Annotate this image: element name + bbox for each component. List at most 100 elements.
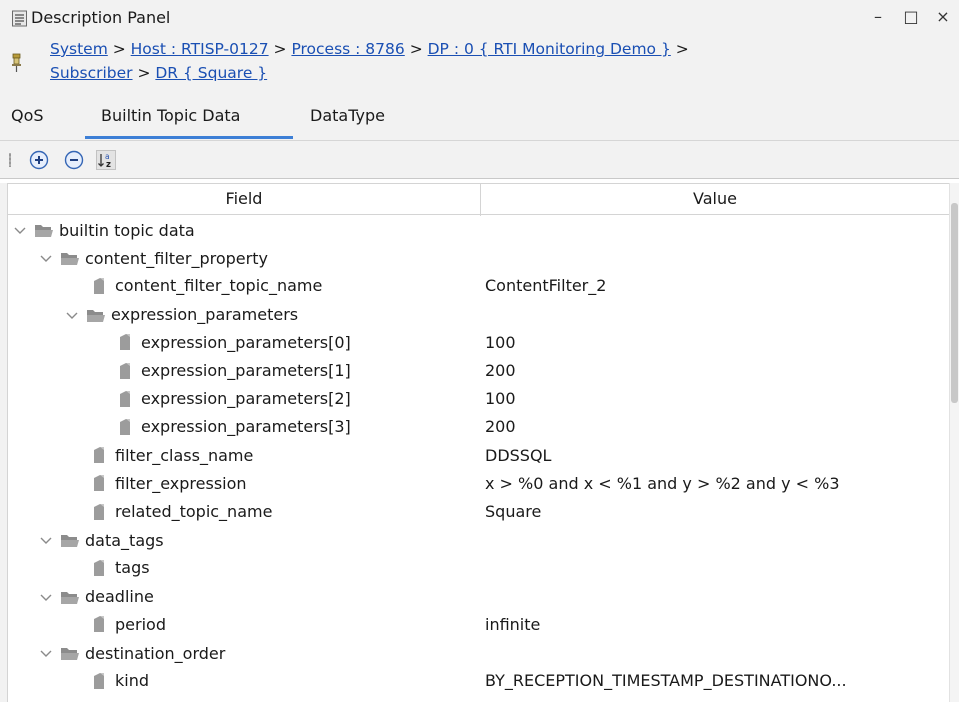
table-row[interactable]: destination_order (8, 640, 949, 668)
breadcrumb-separator: > (107, 40, 131, 58)
value-cell: DDSSQL (485, 445, 552, 465)
chevron-down-icon[interactable] (38, 587, 54, 607)
field-cell: expression_parameters[1] (118, 361, 351, 380)
breadcrumb: System > Host : RTISP-0127 > Process : 8… (0, 36, 959, 98)
file-icon (94, 447, 104, 464)
field-label: tags (115, 558, 150, 578)
file-icon (94, 277, 104, 294)
table-row[interactable]: deadline (8, 584, 949, 612)
toolbar: a z (0, 141, 959, 179)
title-bar: Description Panel – □ × (0, 0, 959, 36)
breadcrumb-separator: > (132, 64, 156, 82)
file-icon (94, 559, 104, 576)
table-row[interactable]: tags (8, 555, 949, 583)
sort-az-icon[interactable]: a z (96, 150, 116, 170)
chevron-down-icon[interactable] (12, 220, 28, 240)
field-cell: expression_parameters[0] (118, 333, 351, 352)
field-cell: content_filter_topic_name (92, 276, 322, 295)
field-cell: related_topic_name (92, 502, 272, 521)
breadcrumb-link[interactable]: Subscriber (50, 64, 133, 82)
close-button[interactable]: × (931, 4, 955, 30)
column-header-field[interactable]: Field (8, 189, 480, 208)
expand-all-icon[interactable] (29, 150, 49, 170)
value-cell: 200 (485, 417, 516, 437)
chevron-down-icon[interactable] (38, 643, 54, 663)
field-cell: deadline (38, 587, 154, 607)
breadcrumb-link[interactable]: Host : RTISP-0127 (131, 40, 269, 58)
table-row[interactable]: period infinite (8, 612, 949, 640)
vertical-scrollbar[interactable] (949, 183, 959, 702)
field-label: builtin topic data (59, 220, 195, 240)
table-row[interactable]: expression_parameters[1] 200 (8, 358, 949, 386)
table-row[interactable]: data_tags (8, 527, 949, 555)
table-row[interactable]: content_filter_topic_name ContentFilter_2 (8, 273, 949, 301)
table-row[interactable]: related_topic_name Square (8, 499, 949, 527)
field-label: content_filter_property (85, 248, 268, 268)
breadcrumb-link[interactable]: System (50, 40, 108, 58)
breadcrumb-link[interactable]: Process : 8786 (291, 40, 404, 58)
field-label: filter_class_name (115, 445, 254, 465)
tab-builtin-topic-data[interactable]: Builtin Topic Data (101, 106, 240, 125)
value-cell: ContentFilter_2 (485, 276, 607, 296)
breadcrumb-link[interactable]: DP : 0 { RTI Monitoring Demo } (428, 40, 671, 58)
tab-bar: QoS Builtin Topic Data DataType (0, 98, 959, 140)
value-cell: 100 (485, 389, 516, 409)
breadcrumb-line-2: Subscriber > DR { Square } (50, 64, 267, 82)
table-row[interactable]: expression_parameters[3] 200 (8, 414, 949, 442)
file-icon (94, 475, 104, 492)
table-row[interactable]: builtin topic data (8, 217, 949, 245)
file-icon (94, 616, 104, 633)
chevron-down-icon[interactable] (38, 530, 54, 550)
scrollbar-thumb[interactable] (951, 203, 958, 403)
tree-table: Field Value builtin topic data content_fi… (8, 183, 949, 702)
table-row[interactable]: content_filter_property (8, 245, 949, 273)
chevron-down-icon[interactable] (38, 248, 54, 268)
table-header: Field Value (8, 183, 949, 216)
document-icon (12, 10, 27, 27)
field-label: kind (115, 671, 150, 691)
table-row[interactable]: expression_parameters[0] 100 (8, 330, 949, 358)
field-cell: destination_order (38, 643, 225, 663)
breadcrumb-link[interactable]: DR { Square } (155, 64, 267, 82)
maximize-button[interactable]: □ (899, 4, 923, 30)
value-cell: x > %0 and x < %1 and y > %2 and y < %3 (485, 473, 840, 493)
field-cell: builtin topic data (12, 220, 195, 240)
field-label: expression_parameters[3] (141, 417, 351, 437)
toolbar-grip[interactable] (9, 153, 11, 167)
breadcrumb-separator: > (670, 40, 689, 58)
file-icon (94, 672, 104, 689)
value-cell: BY_RECEPTION_TIMESTAMP_DESTINATIONO... (485, 671, 847, 691)
field-label: expression_parameters[0] (141, 332, 351, 352)
field-cell: expression_parameters[2] (118, 389, 351, 408)
column-header-value[interactable]: Value (481, 189, 949, 208)
tab-datatype[interactable]: DataType (310, 106, 385, 125)
table-row[interactable]: filter_class_name DDSSQL (8, 443, 949, 471)
breadcrumb-line-1: System > Host : RTISP-0127 > Process : 8… (50, 40, 689, 58)
field-label: expression_parameters (111, 305, 299, 325)
minimize-button[interactable]: – (866, 4, 890, 30)
breadcrumb-separator: > (404, 40, 428, 58)
collapse-all-icon[interactable] (64, 150, 84, 170)
field-label: filter_expression (115, 473, 247, 493)
file-icon (94, 503, 104, 520)
pin-icon[interactable] (11, 53, 22, 73)
folder-open-icon (87, 309, 105, 322)
table-row[interactable]: kind BY_RECEPTION_TIMESTAMP_DESTINATIONO.… (8, 668, 949, 696)
file-icon (120, 390, 130, 407)
table-row[interactable]: expression_parameters[2] 100 (8, 386, 949, 414)
breadcrumb-separator: > (268, 40, 292, 58)
field-cell: period (92, 615, 166, 634)
left-edge (0, 183, 8, 702)
field-cell: expression_parameters (64, 305, 298, 325)
table-row[interactable]: filter_expression x > %0 and x < %1 and y… (8, 471, 949, 499)
table-row[interactable]: expression_parameters (8, 302, 949, 330)
chevron-down-icon[interactable] (64, 305, 80, 325)
field-label: period (115, 614, 166, 634)
field-cell: data_tags (38, 530, 164, 550)
field-label: content_filter_topic_name (115, 276, 323, 296)
field-label: expression_parameters[1] (141, 361, 351, 380)
tab-qos[interactable]: QoS (11, 106, 44, 125)
field-label: related_topic_name (115, 502, 273, 521)
field-cell: kind (92, 671, 149, 690)
field-label: deadline (85, 587, 154, 607)
